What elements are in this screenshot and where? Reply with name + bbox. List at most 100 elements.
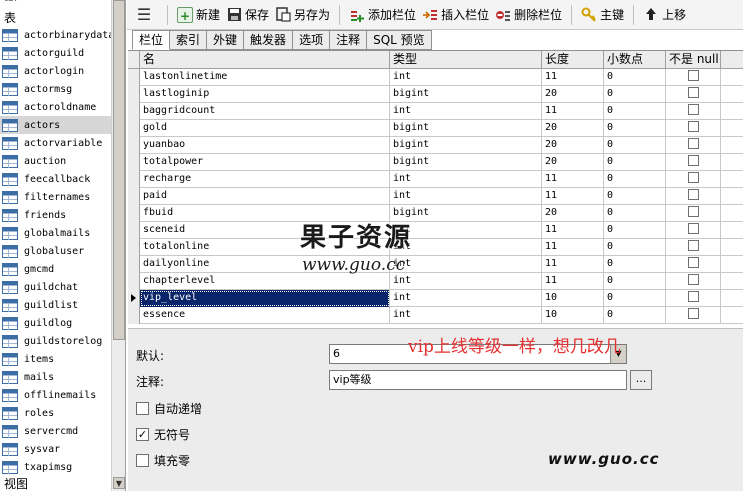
field-decimals-cell[interactable]: 0 [604, 103, 666, 120]
tree-item-actoroldname[interactable]: actoroldname [0, 98, 112, 116]
field-length-cell[interactable]: 11 [542, 188, 604, 205]
table-row[interactable]: dailyonline int 11 0 [128, 256, 743, 273]
tab-5[interactable]: 注释 [330, 30, 368, 50]
field-decimals-cell[interactable]: 0 [604, 273, 666, 290]
row-indicator[interactable] [128, 222, 140, 239]
field-name-cell[interactable]: lastonlinetime [140, 69, 390, 86]
comment-editor-button[interactable]: ... [630, 370, 652, 390]
tree-scrollbar[interactable]: ▼ [111, 0, 125, 491]
tab-1[interactable]: 索引 [170, 30, 208, 50]
field-length-cell[interactable]: 20 [542, 154, 604, 171]
field-length-cell[interactable]: 20 [542, 205, 604, 222]
field-name-cell[interactable]: essence [140, 307, 390, 324]
table-row[interactable]: paid int 11 0 [128, 188, 743, 205]
field-type-cell[interactable]: int [390, 273, 542, 290]
field-not-null-cell[interactable] [666, 103, 721, 120]
row-indicator[interactable] [128, 171, 140, 188]
tree-item-actorguild[interactable]: actorguild [0, 44, 112, 62]
field-name-cell[interactable]: recharge [140, 171, 390, 188]
field-decimals-cell[interactable]: 0 [604, 307, 666, 324]
tab-2[interactable]: 外键 [207, 30, 245, 50]
tree-item-actorvariable[interactable]: actorvariable [0, 134, 112, 152]
field-decimals-cell[interactable]: 0 [604, 86, 666, 103]
field-not-null-cell[interactable] [666, 239, 721, 256]
tree-item-globalmails[interactable]: globalmails [0, 224, 112, 242]
not-null-checkbox[interactable] [688, 290, 699, 302]
not-null-checkbox[interactable] [688, 171, 699, 183]
zerofill-box[interactable] [136, 454, 149, 467]
row-indicator[interactable] [128, 290, 140, 307]
row-indicator[interactable] [128, 120, 140, 137]
row-indicator[interactable] [128, 205, 140, 222]
not-null-checkbox[interactable] [688, 307, 699, 319]
table-row[interactable]: totalonline int 11 0 [128, 239, 743, 256]
field-length-cell[interactable]: 11 [542, 256, 604, 273]
tree-item-guildstorelog[interactable]: guildstorelog [0, 332, 112, 350]
field-decimals-cell[interactable]: 0 [604, 205, 666, 222]
tree-item-globaluser[interactable]: globaluser [0, 242, 112, 260]
field-length-cell[interactable]: 11 [542, 273, 604, 290]
field-type-cell[interactable]: int [390, 103, 542, 120]
unsigned-box[interactable]: ✓ [136, 428, 149, 441]
table-row[interactable]: yuanbao bigint 20 0 [128, 137, 743, 154]
row-indicator[interactable] [128, 188, 140, 205]
tab-4[interactable]: 选项 [293, 30, 331, 50]
tree-item-offlinemails[interactable]: offlinemails [0, 386, 112, 404]
field-name-cell[interactable]: chapterlevel [140, 273, 390, 290]
field-decimals-cell[interactable]: 0 [604, 171, 666, 188]
unsigned-checkbox[interactable]: ✓ 无符号 [136, 426, 190, 443]
not-null-checkbox[interactable] [688, 120, 699, 132]
field-length-cell[interactable]: 11 [542, 239, 604, 256]
field-name-cell[interactable]: totalpower [140, 154, 390, 171]
tree-item-actormsg[interactable]: actormsg [0, 80, 112, 98]
tree-item-txapimsg[interactable]: txapimsg [0, 458, 112, 476]
field-not-null-cell[interactable] [666, 137, 721, 154]
field-type-cell[interactable]: bigint [390, 86, 542, 103]
move-up-button[interactable]: 上移 [640, 3, 689, 27]
row-indicator[interactable] [128, 154, 140, 171]
not-null-checkbox[interactable] [688, 69, 699, 81]
field-type-cell[interactable]: bigint [390, 120, 542, 137]
tree-item-friends[interactable]: friends [0, 206, 112, 224]
tree-item-roles[interactable]: roles [0, 404, 112, 422]
scroll-down-arrow-icon[interactable]: ▼ [113, 477, 125, 489]
table-row[interactable]: baggridcount int 11 0 [128, 103, 743, 120]
tree-item-guildlog[interactable]: guildlog [0, 314, 112, 332]
field-not-null-cell[interactable] [666, 69, 721, 86]
not-null-checkbox[interactable] [688, 222, 699, 234]
not-null-checkbox[interactable] [688, 256, 699, 268]
table-row[interactable]: fbuid bigint 20 0 [128, 205, 743, 222]
zerofill-checkbox[interactable]: 填充零 [136, 452, 190, 469]
field-not-null-cell[interactable] [666, 307, 721, 324]
not-null-checkbox[interactable] [688, 188, 699, 200]
row-indicator[interactable] [128, 103, 140, 120]
header-type[interactable]: 类型 [390, 51, 542, 69]
field-type-cell[interactable]: bigint [390, 154, 542, 171]
field-type-cell[interactable]: int [390, 256, 542, 273]
field-name-cell[interactable]: yuanbao [140, 137, 390, 154]
field-not-null-cell[interactable] [666, 290, 721, 307]
field-not-null-cell[interactable] [666, 222, 721, 239]
field-decimals-cell[interactable]: 0 [604, 188, 666, 205]
field-length-cell[interactable]: 11 [542, 103, 604, 120]
field-decimals-cell[interactable]: 0 [604, 290, 666, 307]
header-length[interactable]: 长度 [542, 51, 604, 69]
tree-item-guildchat[interactable]: guildchat [0, 278, 112, 296]
not-null-checkbox[interactable] [688, 273, 699, 285]
tab-3[interactable]: 触发器 [244, 30, 294, 50]
field-decimals-cell[interactable]: 0 [604, 239, 666, 256]
field-type-cell[interactable]: bigint [390, 205, 542, 222]
field-length-cell[interactable]: 10 [542, 307, 604, 324]
not-null-checkbox[interactable] [688, 239, 699, 251]
table-row[interactable]: chapterlevel int 11 0 [128, 273, 743, 290]
not-null-checkbox[interactable] [688, 205, 699, 217]
row-indicator[interactable] [128, 137, 140, 154]
menu-icon[interactable]: ☰ [127, 0, 161, 30]
tree-item-sysvar[interactable]: sysvar [0, 440, 112, 458]
tree-item-actorbinarydata[interactable]: actorbinarydata [0, 26, 112, 44]
tab-0[interactable]: 栏位 [132, 30, 171, 50]
field-length-cell[interactable]: 20 [542, 137, 604, 154]
field-decimals-cell[interactable]: 0 [604, 69, 666, 86]
field-type-cell[interactable]: int [390, 69, 542, 86]
new-button[interactable]: + 新建 [174, 3, 223, 27]
